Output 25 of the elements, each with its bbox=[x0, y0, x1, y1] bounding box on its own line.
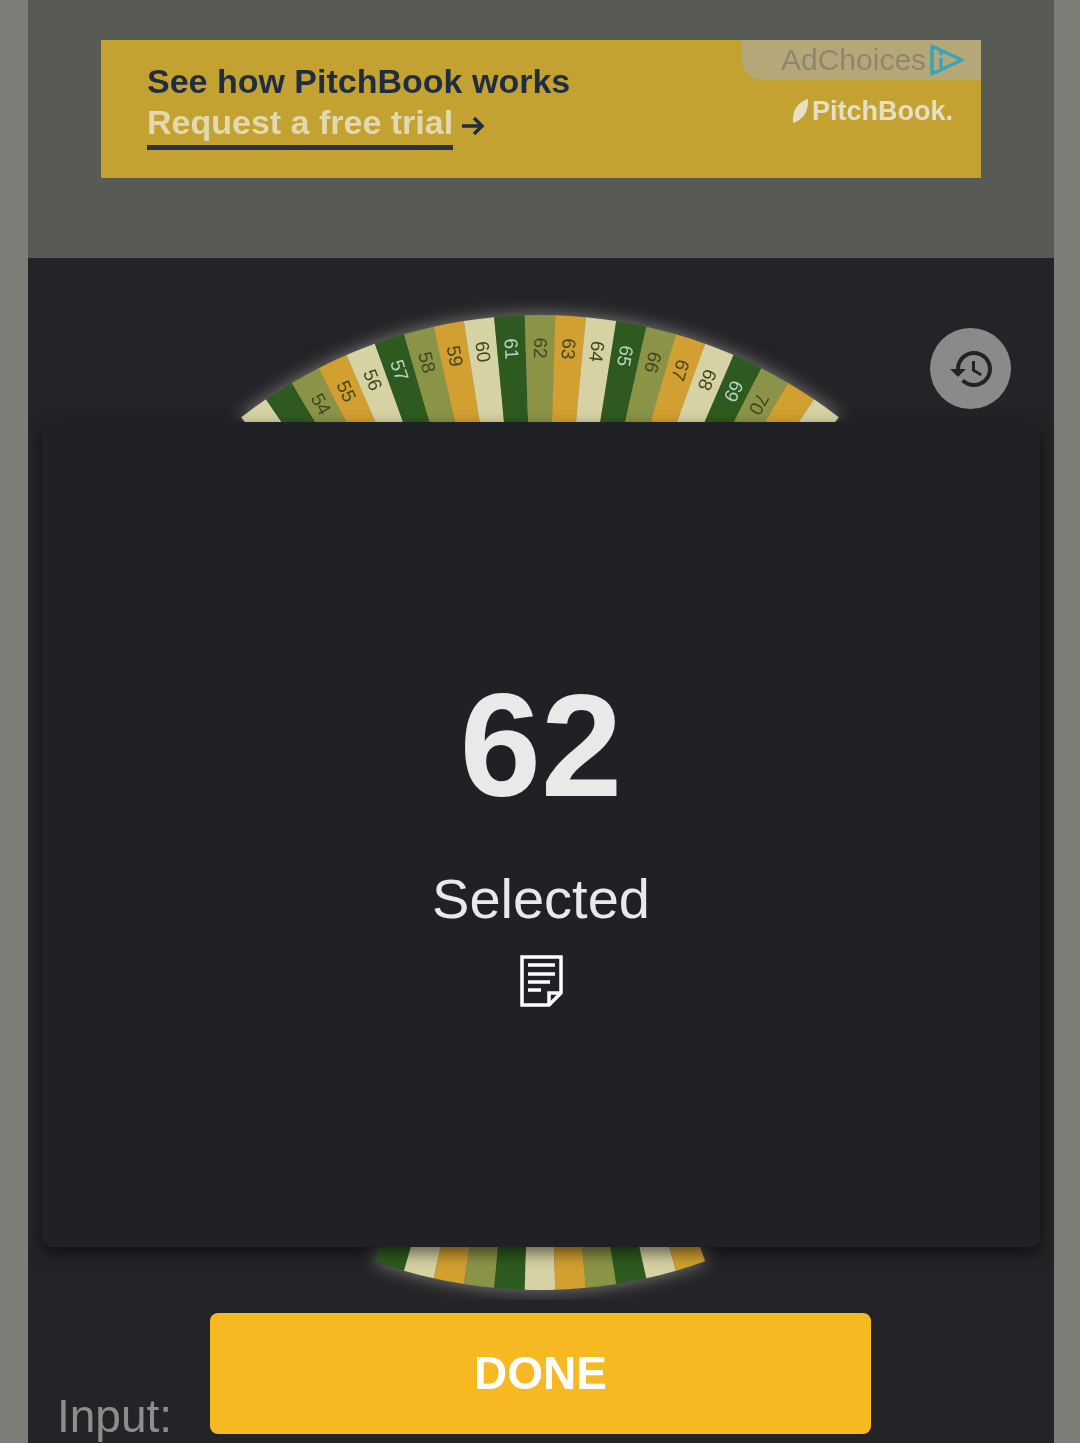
segment-number: 66 bbox=[640, 349, 666, 376]
leaf-icon bbox=[791, 98, 809, 125]
result-number: 62 bbox=[459, 673, 623, 819]
segment-number: 56 bbox=[359, 366, 387, 394]
segment-number: 64 bbox=[585, 339, 609, 364]
play-triangle-icon bbox=[929, 43, 966, 77]
segment-number: 65 bbox=[612, 343, 638, 369]
history-icon bbox=[949, 350, 992, 387]
input-label: Input: bbox=[57, 1390, 173, 1443]
free-trial-link[interactable]: Request a free trial bbox=[147, 101, 454, 150]
segment-number: 63 bbox=[557, 337, 580, 361]
result-caption: Selected bbox=[432, 866, 650, 932]
segment-number: 68 bbox=[693, 366, 721, 394]
segment-number: 61 bbox=[500, 337, 523, 361]
arrow-right-icon bbox=[461, 115, 486, 136]
segment-number: 62 bbox=[529, 337, 551, 359]
segment-number: 57 bbox=[386, 356, 413, 384]
ad-headline: See how PitchBook works bbox=[147, 61, 571, 102]
brand-name: PitchBook. bbox=[812, 95, 953, 128]
segment-number: 58 bbox=[414, 349, 440, 376]
segment-number: 67 bbox=[667, 356, 694, 384]
done-button[interactable]: DONE bbox=[210, 1313, 871, 1434]
document-icon[interactable] bbox=[519, 955, 563, 1008]
segment-number: 59 bbox=[442, 343, 468, 369]
segment-number: 60 bbox=[471, 339, 495, 364]
